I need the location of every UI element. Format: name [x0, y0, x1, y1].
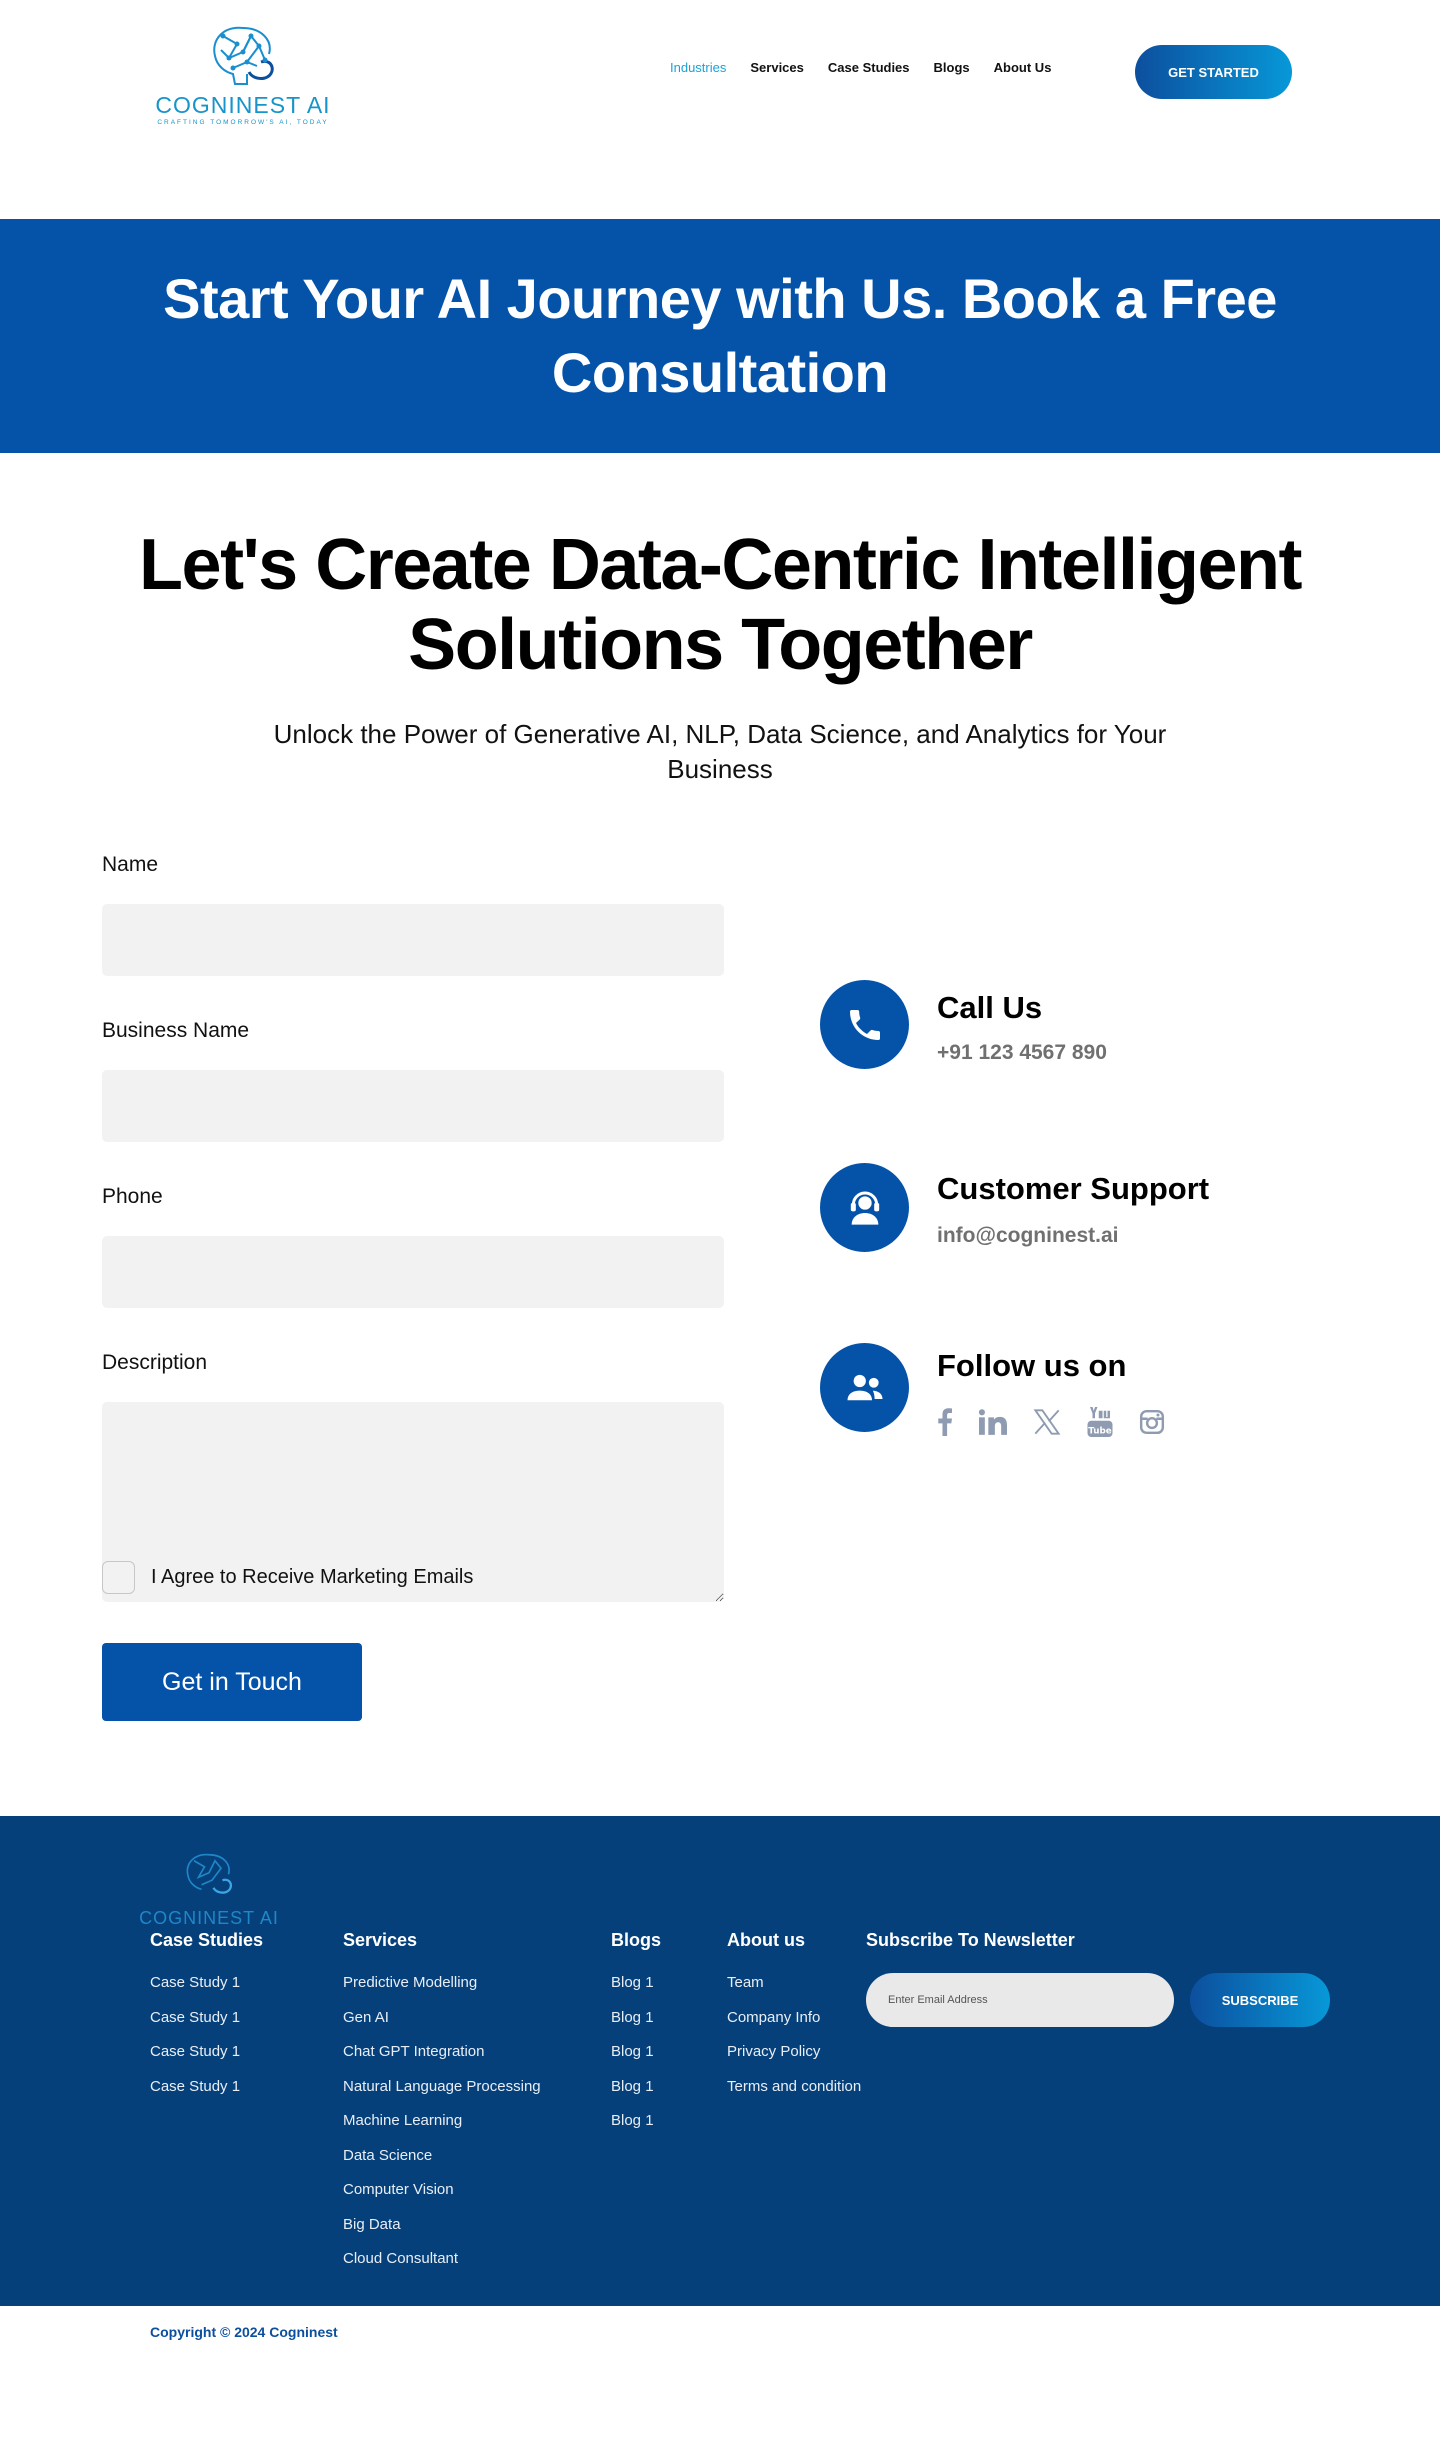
main-nav: Industries Services Case Studies Blogs A…	[670, 60, 1051, 75]
social-links: Tube	[937, 1407, 1165, 1437]
footer-link[interactable]: Chat GPT Integration	[343, 2042, 541, 2062]
footer-link[interactable]: Privacy Policy	[727, 2042, 861, 2062]
brain-logo-icon	[186, 1853, 233, 1894]
footer-services-title: Services	[343, 1930, 418, 1950]
footer-link[interactable]: Team	[727, 1973, 861, 1993]
marketing-consent-checkbox[interactable]	[102, 1561, 135, 1594]
brain-logo-icon	[213, 26, 274, 85]
hero-title: Start Your AI Journey with Us. Book a Fr…	[163, 267, 1277, 404]
footer-link[interactable]: Blog 1	[611, 2111, 661, 2131]
nav-blogs[interactable]: Blogs	[934, 60, 970, 75]
logo-tagline: CRAFTING TOMORROW'S AI, TODAY	[157, 119, 329, 126]
page-subtitle: Unlock the Power of Generative AI, NLP, …	[273, 719, 1167, 784]
page-title: Let's Create Data-Centric Intelligent So…	[139, 525, 1302, 685]
footer-case-studies: Case Studies Case Study 1 Case Study 1 C…	[150, 1930, 263, 2111]
youtube-icon[interactable]: Tube	[1087, 1407, 1113, 1437]
logo-wordmark: COGNINEST AI	[155, 92, 331, 118]
headset-icon	[820, 1163, 909, 1252]
footer-case-studies-title: Case Studies	[150, 1930, 264, 1950]
business-name-label: Business Name	[102, 1019, 250, 1042]
footer-link[interactable]: Natural Language Processing	[343, 2077, 541, 2097]
marketing-consent-label: I Agree to Receive Marketing Emails	[151, 1566, 474, 1588]
footer-newsletter: Subscribe To Newsletter	[866, 1930, 1075, 1973]
newsletter-email-input[interactable]: Enter Email Address	[866, 1973, 1174, 2027]
svg-text:Tube: Tube	[1088, 1426, 1112, 1436]
brand-logo[interactable]: COGNINEST AI CRAFTING TOMORROW'S AI, TOD…	[148, 22, 338, 132]
footer-services: Services Predictive Modelling Gen AI Cha…	[343, 1930, 541, 2284]
customer-support-title: Customer Support	[937, 1171, 1210, 1206]
footer-about: About us Team Company Info Privacy Polic…	[727, 1930, 861, 2111]
phone-label: Phone	[102, 1185, 163, 1208]
footer-link[interactable]: Case Study 1	[150, 2042, 263, 2062]
footer-link[interactable]: Case Study 1	[150, 1973, 263, 1993]
site-header: COGNINEST AI CRAFTING TOMORROW'S AI, TOD…	[0, 0, 1440, 219]
footer-link[interactable]: Big Data	[343, 2215, 541, 2235]
copyright-text: Copyright © 2024 Cogninest	[150, 2324, 338, 2340]
x-icon[interactable]	[1033, 1408, 1061, 1436]
footer-link[interactable]: Terms and condition	[727, 2077, 861, 2097]
phone-icon	[820, 980, 909, 1069]
follow-us-title: Follow us on	[937, 1348, 1127, 1383]
name-label: Name	[102, 853, 159, 876]
business-name-field[interactable]	[102, 1070, 724, 1142]
footer-blogs: Blogs Blog 1 Blog 1 Blog 1 Blog 1 Blog 1	[611, 1930, 661, 2146]
call-us-title: Call Us	[937, 990, 1043, 1025]
nav-about-us[interactable]: About Us	[994, 60, 1052, 75]
linkedin-icon[interactable]	[979, 1409, 1007, 1435]
nav-industries[interactable]: Industries	[670, 60, 726, 75]
instagram-icon[interactable]	[1139, 1409, 1165, 1435]
nav-case-studies[interactable]: Case Studies	[828, 60, 910, 75]
name-field[interactable]	[102, 904, 724, 976]
footer-logo[interactable]: COGNINEST AI	[134, 1838, 284, 1928]
phone-field[interactable]	[102, 1236, 724, 1308]
footer-link[interactable]: Data Science	[343, 2146, 541, 2166]
footer-link[interactable]: Blog 1	[611, 2077, 661, 2097]
footer-link[interactable]: Blog 1	[611, 2042, 661, 2062]
footer-link[interactable]: Machine Learning	[343, 2111, 541, 2131]
description-label: Description	[102, 1351, 208, 1374]
footer-link[interactable]: Gen AI	[343, 2008, 541, 2028]
footer-link[interactable]: Company Info	[727, 2008, 861, 2028]
nav-services[interactable]: Services	[750, 60, 804, 75]
users-icon	[820, 1343, 909, 1432]
consultation-form: Name Business Name Phone Description	[102, 850, 724, 1602]
footer-about-title: About us	[727, 1930, 805, 1950]
footer-link[interactable]: Case Study 1	[150, 2008, 263, 2028]
support-email[interactable]: info@cogninest.ai	[937, 1224, 1118, 1248]
facebook-icon[interactable]	[937, 1408, 953, 1436]
hero-banner: Start Your AI Journey with Us. Book a Fr…	[0, 219, 1440, 453]
subscribe-button[interactable]: SUBSCRIBE	[1190, 1973, 1330, 2027]
footer-blogs-title: Blogs	[611, 1930, 662, 1950]
site-footer: COGNINEST AI Case Studies Case Study 1 C…	[0, 1816, 1440, 2306]
marketing-consent: I Agree to Receive Marketing Emails	[102, 1561, 473, 1594]
footer-link[interactable]: Predictive Modelling	[343, 1973, 541, 1993]
footer-link[interactable]: Case Study 1	[150, 2077, 263, 2097]
footer-logo-wordmark: COGNINEST AI	[139, 1908, 279, 1928]
newsletter-title: Subscribe To Newsletter	[866, 1930, 1075, 1950]
get-in-touch-button[interactable]: Get in Touch	[102, 1643, 362, 1721]
phone-number[interactable]: +91 123 4567 890	[937, 1041, 1107, 1065]
footer-link[interactable]: Computer Vision	[343, 2180, 541, 2200]
footer-link[interactable]: Blog 1	[611, 1973, 661, 1993]
get-started-button[interactable]: GET STARTED	[1135, 45, 1292, 99]
footer-link[interactable]: Cloud Consultant	[343, 2249, 541, 2269]
footer-link[interactable]: Blog 1	[611, 2008, 661, 2028]
